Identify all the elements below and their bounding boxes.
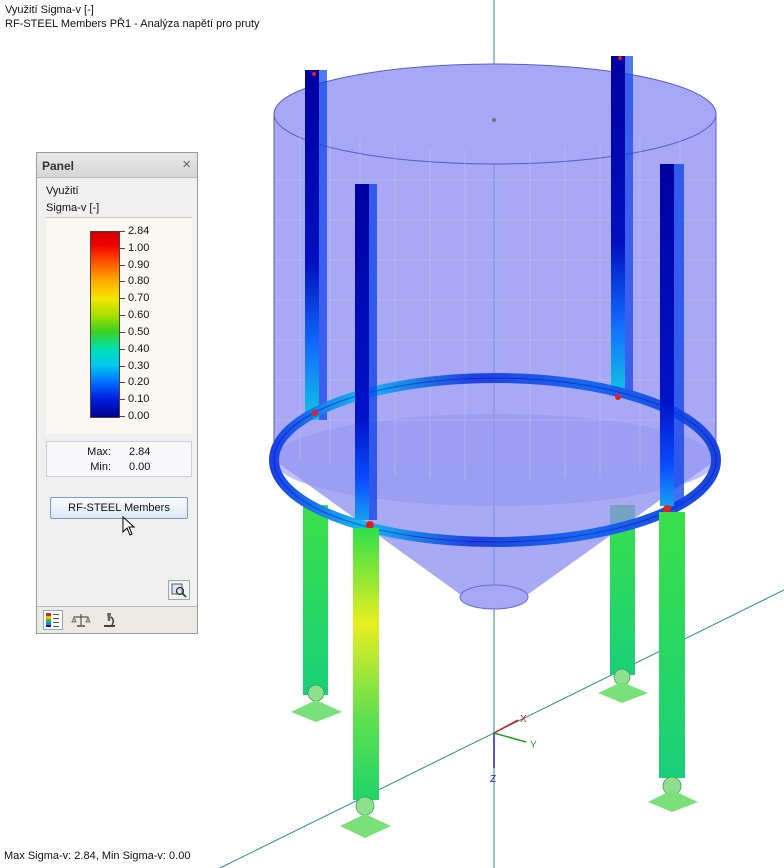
scale-tick-label: 1.00: [128, 241, 150, 254]
scale-tick-label: 0.90: [128, 258, 150, 271]
close-icon[interactable]: ×: [182, 156, 191, 173]
scale-tick: [119, 247, 125, 249]
max-value: 2.84: [129, 446, 151, 458]
balance-icon[interactable]: [71, 610, 91, 630]
column-back-right[interactable]: [611, 56, 625, 396]
scale-tick: [119, 281, 125, 283]
max-label: Max:: [87, 446, 111, 458]
color-scale-icon[interactable]: [43, 610, 63, 630]
scale-tick-label: 0.40: [128, 342, 150, 355]
axes-indicator: X Y Z: [490, 714, 537, 785]
panel-tabs: [37, 606, 197, 633]
mouse-cursor-icon: [122, 516, 136, 536]
scale-tick: [119, 416, 125, 417]
scale-tick: [119, 331, 125, 333]
microscope-icon[interactable]: [99, 610, 119, 630]
result-type-label: Využití: [46, 185, 79, 197]
silo-shell[interactable]: [273, 63, 717, 506]
results-panel[interactable]: Panel × Využití Sigma-v [-] 2.84 1.00 0.90…: [36, 152, 198, 634]
min-value: 0.00: [129, 461, 151, 473]
scale-tick: [119, 382, 125, 384]
status-text: Max Sigma-v: 2.84, Min Sigma-v: 0.00: [4, 850, 191, 862]
color-scale[interactable]: 2.84 1.00 0.90 0.80 0.70 0.60 0.50 0.40 0.30 0.20…: [46, 217, 192, 434]
column-front-right[interactable]: [660, 164, 674, 506]
axis-x-label: X: [520, 714, 527, 725]
scale-tick: [119, 298, 125, 300]
column-back-left[interactable]: [305, 70, 319, 420]
panel-header[interactable]: Panel ×: [37, 153, 197, 178]
scale-tick-label: 2.84: [128, 225, 150, 237]
scale-tick: [119, 348, 125, 350]
panel-title: Panel: [42, 159, 75, 173]
max-min-box: Max: 2.84 Min: 0.00: [46, 441, 192, 477]
color-bar[interactable]: [90, 231, 120, 418]
min-label: Min:: [90, 461, 111, 473]
scale-tick-label: 0.30: [128, 359, 150, 372]
rf-steel-members-button[interactable]: RF-STEEL Members: [50, 497, 188, 519]
axis-z-label: Z: [490, 774, 496, 785]
scale-tick: [119, 264, 125, 266]
result-subtitle: RF-STEEL Members PŘ1 - Analýza napětí pr…: [5, 18, 260, 30]
leg-back-left[interactable]: [291, 505, 342, 722]
scale-tick: [119, 231, 125, 232]
result-component-label: Sigma-v [-]: [46, 202, 100, 214]
axis-y-label: Y: [530, 740, 537, 751]
scale-tick-label: 0.00: [128, 410, 150, 422]
scale-tick: [119, 365, 125, 367]
scale-tick: [119, 315, 125, 317]
leg-front-left[interactable]: [340, 528, 391, 838]
scale-tick-label: 0.60: [128, 309, 150, 322]
scale-tick-label: 0.80: [128, 275, 150, 288]
column-front-left[interactable]: [355, 184, 369, 520]
scale-tick-label: 0.70: [128, 292, 150, 305]
leg-front-right[interactable]: [648, 512, 698, 812]
scale-tick-label: 0.10: [128, 393, 150, 406]
scale-tick-label: 0.20: [128, 376, 150, 389]
zoom-icon[interactable]: [168, 580, 190, 600]
result-title: Využití Sigma-v [-]: [5, 4, 94, 16]
scale-tick: [119, 399, 125, 401]
scale-tick-label: 0.50: [128, 325, 150, 338]
